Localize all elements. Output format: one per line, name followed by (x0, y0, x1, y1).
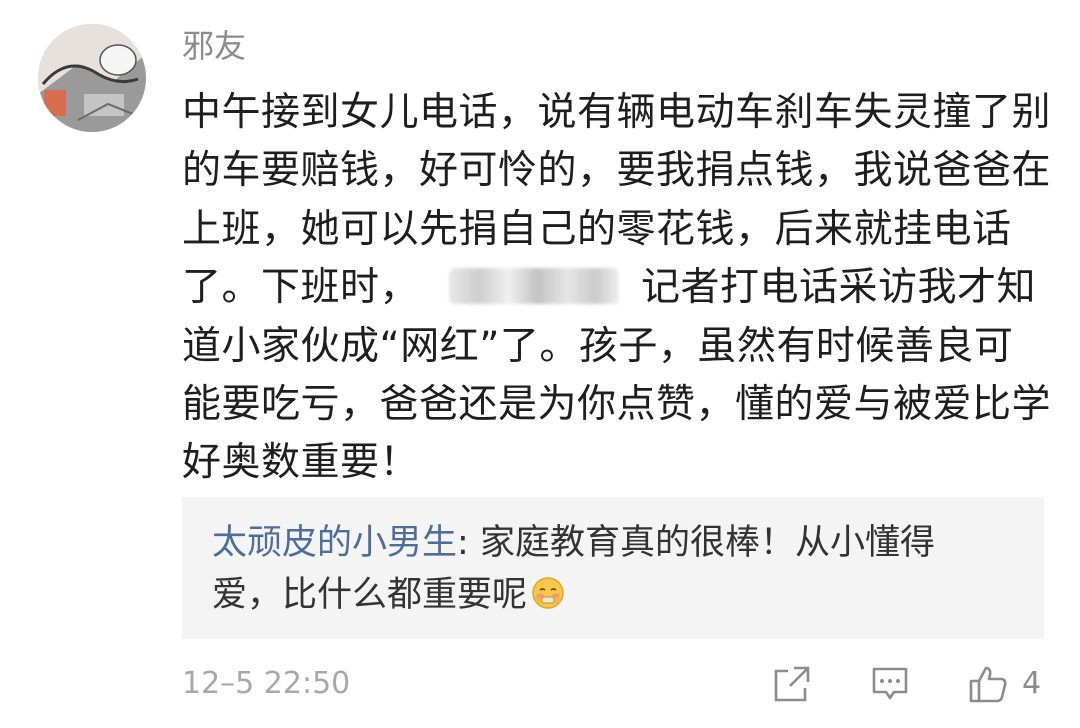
avatar[interactable] (38, 24, 146, 132)
reply-username[interactable]: 太顽皮的小男生 (212, 523, 457, 563)
redacted-media-name (449, 268, 620, 305)
comment-timestamp: 12–5 22:50 (182, 666, 351, 701)
blushing-face-emoji-icon (531, 573, 565, 625)
share-icon[interactable] (772, 664, 812, 704)
reply-separator: : (457, 523, 480, 563)
comment-body: 中午接到女儿电话，说有辆电动车刹车失灵撞了别的车要赔钱，好可怜的，要我捐点钱，我… (182, 84, 1052, 493)
avatar-image (38, 24, 146, 132)
reply-box[interactable]: 太顽皮的小男生: 家庭教育真的很棒！从小懂得爱，比什么都重要呢 (182, 497, 1044, 639)
like-count: 4 (1022, 666, 1042, 701)
reply-content: 太顽皮的小男生: 家庭教育真的很棒！从小懂得爱，比什么都重要呢 (212, 517, 1002, 625)
comment-author[interactable]: 邪友 (182, 26, 246, 66)
comment-icon[interactable] (870, 664, 910, 704)
thumbs-up-icon[interactable] (968, 664, 1008, 704)
